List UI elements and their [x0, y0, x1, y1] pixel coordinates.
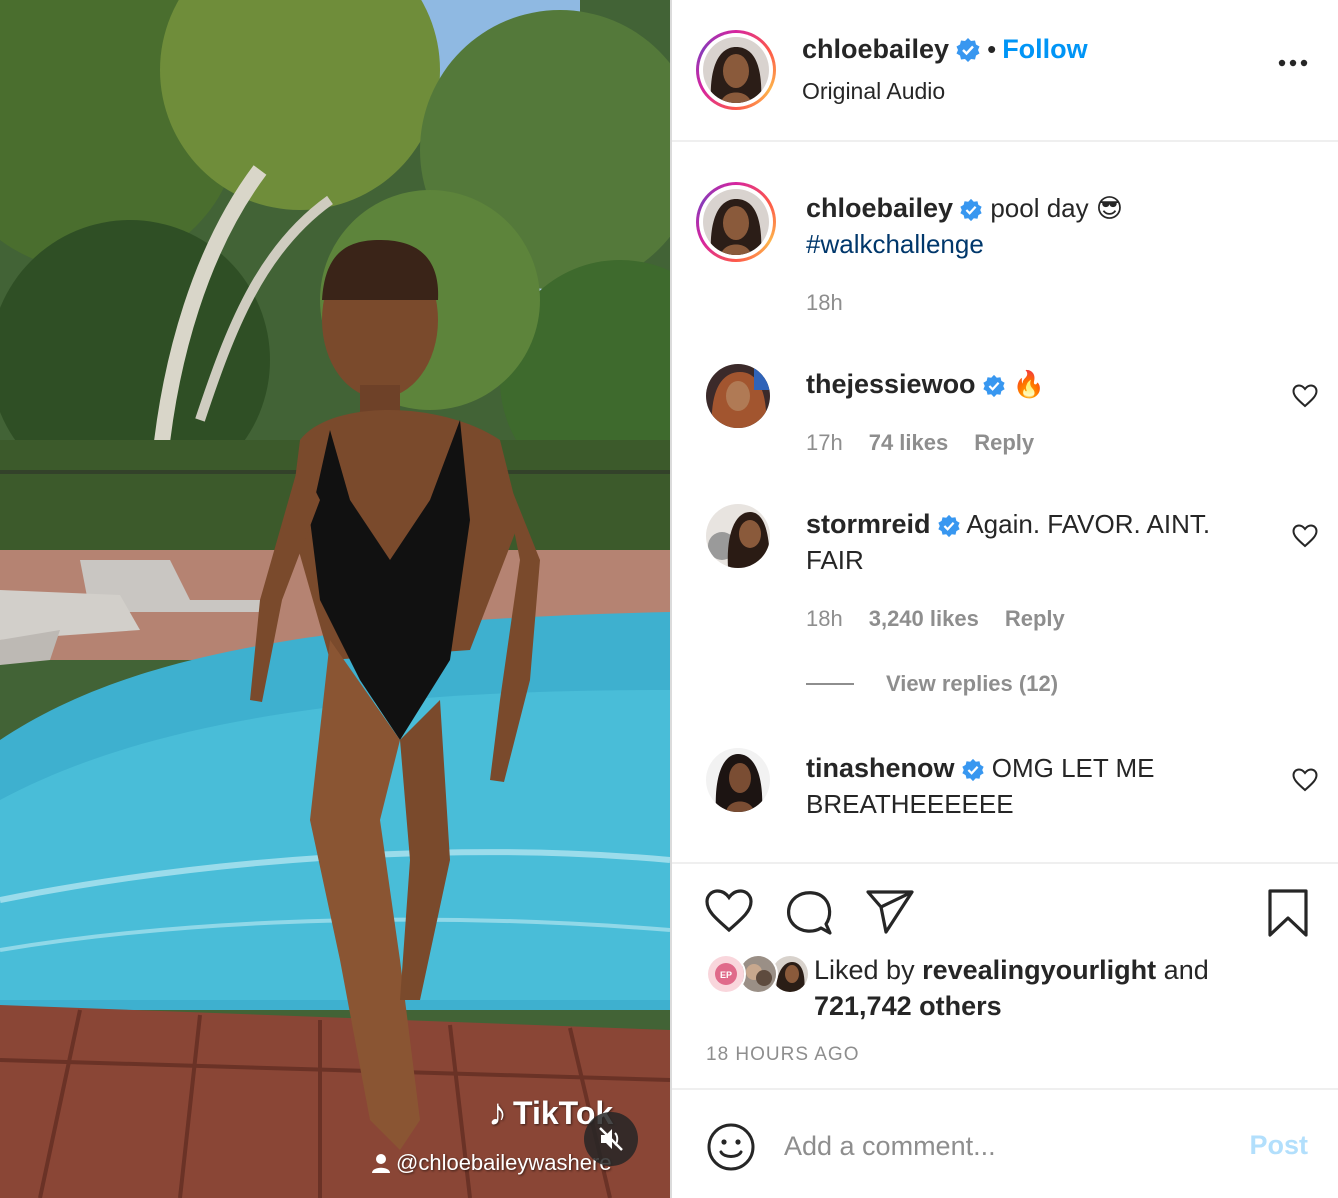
svg-text:EP: EP [720, 970, 732, 980]
share-icon[interactable] [864, 888, 916, 936]
like-comment-heart-icon[interactable] [1292, 384, 1318, 408]
author-avatar-image [703, 37, 769, 103]
comment-meta: 17h 74 likes Reply [806, 430, 1034, 456]
like-comment-heart-icon[interactable] [1292, 524, 1318, 548]
comment-body: 🔥 [1012, 369, 1046, 399]
post-header: chloebailey • Follow Original Audio [672, 0, 1338, 142]
verified-badge-icon [961, 759, 984, 782]
more-horizontal-icon[interactable] [1278, 58, 1308, 68]
comment-avatar[interactable] [706, 748, 770, 812]
comment-avatar[interactable] [706, 364, 770, 428]
verified-badge-icon [956, 37, 980, 62]
post-video[interactable]: ♪ TikTok @chloebaileywashere [0, 0, 670, 1198]
comment-likes[interactable]: 74 likes [869, 430, 949, 456]
comment-time[interactable]: 18h [806, 606, 843, 632]
comment-input[interactable] [784, 1126, 1204, 1166]
caption-avatar[interactable] [696, 182, 776, 262]
liker-avatar: EP [706, 954, 746, 994]
comment-avatar[interactable] [706, 504, 770, 568]
post-timestamp[interactable]: 18 HOURS AGO [706, 1044, 860, 1066]
comment-avatar-image [706, 748, 770, 812]
emoji-icon[interactable] [706, 1122, 756, 1172]
liked-by-user[interactable]: revealingyourlight [922, 955, 1156, 985]
heart-icon[interactable] [704, 888, 754, 934]
verified-badge-icon [982, 375, 1005, 398]
verified-badge-icon [937, 515, 960, 538]
post-actions: EP Liked by revealingyourlight and 721,7… [672, 862, 1338, 1088]
comments-list: chloebailey pool day 😎 #walkchallenge 18… [672, 144, 1338, 862]
caption-meta: 18h [806, 290, 843, 316]
caption-avatar-image [703, 189, 769, 255]
tiktok-logo-icon: ♪ [488, 1092, 507, 1134]
comment-avatar-image [706, 504, 770, 568]
tiktok-handle: @chloebaileywashere [370, 1150, 612, 1176]
like-comment-heart-icon[interactable] [1292, 768, 1318, 792]
liked-by-avatars[interactable]: EP [706, 954, 810, 994]
post-sidebar: chloebailey • Follow Original Audio chlo… [672, 0, 1338, 1198]
mute-button[interactable] [584, 1112, 638, 1166]
comment-text: tinashenow OMG LET ME BREATHEEEEEE [806, 750, 1266, 822]
audio-label[interactable]: Original Audio [802, 78, 945, 105]
bookmark-icon[interactable] [1266, 888, 1310, 938]
post-comment-button[interactable]: Post [1249, 1130, 1308, 1161]
comment-text: stormreid Again. FAVOR. AINT. FAIR [806, 506, 1266, 578]
video-frame [0, 0, 670, 1198]
verified-badge-icon [960, 199, 982, 222]
liked-by-prefix: Liked by [814, 955, 915, 985]
comment-meta: 18h 3,240 likes Reply [806, 606, 1065, 632]
comment-username[interactable]: thejessiewoo [806, 369, 976, 399]
follow-separator: • [987, 34, 997, 64]
caption-hashtag[interactable]: #walkchallenge [806, 229, 984, 259]
view-replies-line [806, 683, 854, 685]
add-comment-bar: Post [672, 1088, 1338, 1198]
caption-body: pool day 😎 [990, 193, 1123, 223]
comment-icon[interactable] [784, 888, 834, 936]
reply-button[interactable]: Reply [974, 430, 1034, 456]
tiktok-handle-text: @chloebaileywashere [396, 1150, 612, 1175]
author-username[interactable]: chloebailey [802, 34, 949, 65]
comment-username[interactable]: stormreid [806, 509, 931, 539]
comment-time[interactable]: 17h [806, 430, 843, 456]
liked-by-text: Liked by revealingyourlight and 721,742 … [814, 952, 1314, 1024]
user-icon [372, 1154, 390, 1173]
header-title-row: chloebailey • Follow [802, 34, 1088, 65]
caption-text: chloebailey pool day 😎 #walkchallenge [806, 190, 1266, 262]
view-replies-label: View replies (12) [886, 671, 1059, 696]
liked-by-others[interactable]: 721,742 others [814, 991, 1002, 1021]
liked-by-connector: and [1163, 955, 1209, 985]
speaker-muted-icon [599, 1127, 623, 1151]
caption-username[interactable]: chloebailey [806, 193, 953, 223]
caption-time[interactable]: 18h [806, 290, 843, 316]
comment-avatar-image [706, 364, 770, 428]
follow-button[interactable]: Follow [1002, 34, 1087, 65]
author-avatar[interactable] [696, 30, 776, 110]
view-replies-button[interactable]: View replies (12) [806, 671, 1058, 697]
comment-username[interactable]: tinashenow [806, 753, 955, 783]
reply-button[interactable]: Reply [1005, 606, 1065, 632]
comment-likes[interactable]: 3,240 likes [869, 606, 979, 632]
comment-text: thejessiewoo 🔥 [806, 366, 1266, 402]
